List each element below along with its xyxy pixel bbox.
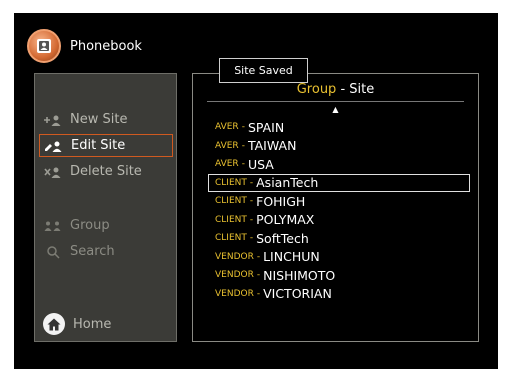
list-item[interactable]: AVER - SPAIN	[213, 118, 465, 137]
row-separator: -	[241, 140, 245, 151]
row-group: VENDOR	[215, 270, 254, 281]
list-item[interactable]: CLIENT - POLYMAX	[213, 211, 465, 230]
list-item[interactable]: VENDOR - LINCHUN	[213, 248, 465, 267]
sidebar-item-edit-site[interactable]: Edit Site	[39, 134, 173, 157]
sidebar-item-label: Search	[70, 244, 115, 259]
row-separator: -	[256, 251, 261, 262]
sidebar-item-new-site[interactable]: New Site	[39, 108, 173, 131]
list-item[interactable]: CLIENT - SoftTech	[213, 229, 465, 248]
row-separator: -	[241, 122, 245, 133]
sidebar-item-label: New Site	[70, 112, 128, 127]
search-icon	[42, 245, 64, 259]
row-site-name: POLYMAX	[256, 212, 315, 228]
home-icon	[43, 313, 65, 335]
list-item[interactable]: CLIENT - FOHIGH	[213, 192, 465, 211]
site-list: AVER - SPAIN AVER - TAIWAN AVER - USA CLIENT - A…	[208, 118, 470, 304]
header-group-label: Group	[296, 82, 337, 97]
tv-screen: Phonebook New Site Edit Site Delete Site…	[14, 13, 498, 369]
list-item[interactable]: AVER - USA	[213, 155, 465, 174]
row-site-name: LINCHUN	[263, 249, 320, 265]
row-group: AVER	[215, 140, 239, 151]
list-item[interactable]: VENDOR - NISHIMOTO	[213, 266, 465, 285]
list-item[interactable]: VENDOR - VICTORIAN	[213, 285, 465, 304]
row-site-name: NISHIMOTO	[263, 267, 336, 283]
row-site-name: FOHIGH	[256, 193, 306, 209]
list-header: Group - Site	[193, 82, 478, 97]
sidebar-item-label: Group	[70, 218, 110, 233]
row-site-name: VICTORIAN	[263, 286, 332, 302]
header-separator: -	[336, 82, 350, 97]
group-icon	[42, 220, 64, 232]
sidebar-item-group[interactable]: Group	[39, 214, 173, 237]
row-site-name: SPAIN	[247, 119, 285, 135]
row-group: VENDOR	[215, 251, 254, 262]
row-separator: -	[249, 177, 254, 188]
row-group: CLIENT	[215, 196, 247, 207]
delete-contact-icon	[42, 166, 64, 178]
row-site-name: SoftTech	[256, 230, 309, 246]
add-contact-icon	[42, 114, 64, 126]
app-title: Phonebook	[70, 38, 142, 54]
row-site-name: AsianTech	[256, 175, 319, 191]
site-list-panel: Group - Site ▲ AVER - SPAIN AVER - TAIWAN AV…	[192, 73, 479, 342]
sidebar-item-label: Edit Site	[71, 138, 126, 153]
home-label: Home	[73, 316, 112, 332]
row-group: VENDOR	[215, 288, 254, 299]
row-separator: -	[241, 159, 245, 170]
row-site-name: USA	[247, 156, 274, 172]
header-site-label: Site	[349, 82, 375, 97]
scroll-up-arrow-icon[interactable]: ▲	[193, 105, 478, 114]
row-group: AVER	[215, 122, 239, 133]
row-separator: -	[256, 288, 261, 299]
row-group: CLIENT	[215, 177, 247, 188]
row-group: CLIENT	[215, 233, 247, 244]
row-separator: -	[249, 233, 254, 244]
sidebar-item-delete-site[interactable]: Delete Site	[39, 160, 173, 183]
site-saved-toast: Site Saved	[219, 58, 308, 83]
header-divider	[207, 101, 464, 102]
row-separator: -	[256, 270, 261, 281]
row-separator: -	[249, 196, 254, 207]
edit-contact-icon	[43, 140, 65, 152]
sidebar: New Site Edit Site Delete Site Group Sea…	[34, 73, 177, 342]
row-site-name: TAIWAN	[247, 138, 297, 154]
contact-card-icon	[27, 29, 61, 63]
row-group: AVER	[215, 159, 239, 170]
row-separator: -	[249, 214, 254, 225]
sidebar-item-label: Delete Site	[70, 164, 142, 179]
sidebar-item-search[interactable]: Search	[39, 240, 173, 263]
list-item-selected[interactable]: CLIENT - AsianTech	[208, 173, 470, 192]
home-button[interactable]: Home	[43, 313, 111, 335]
list-item[interactable]: AVER - TAIWAN	[213, 137, 465, 156]
row-group: CLIENT	[215, 214, 247, 225]
app-header: Phonebook	[27, 26, 142, 66]
